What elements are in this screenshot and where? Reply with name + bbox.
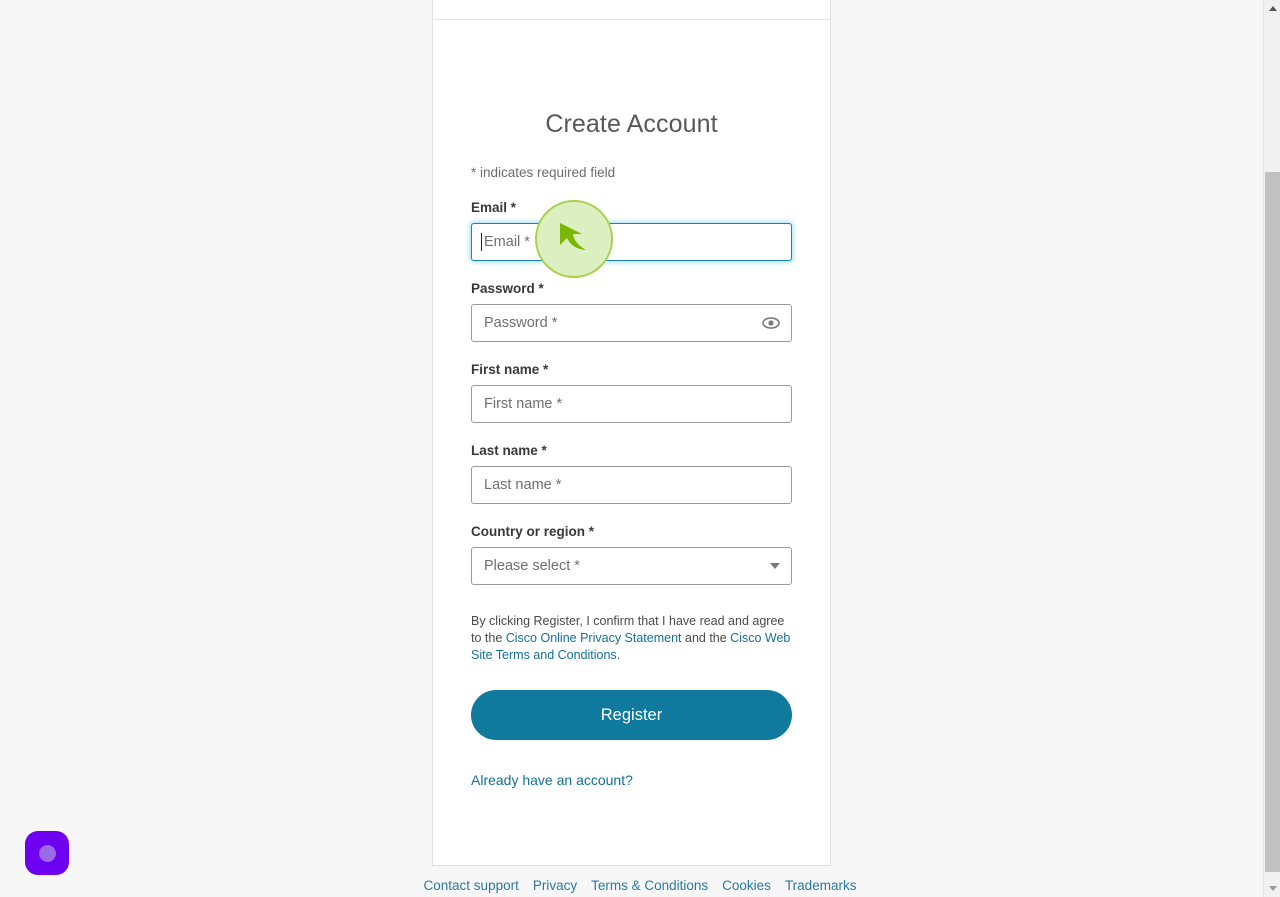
legal-disclaimer: By clicking Register, I confirm that I h… (471, 613, 792, 664)
card-top-strip (432, 0, 831, 20)
privacy-statement-link[interactable]: Cisco Online Privacy Statement (506, 631, 682, 645)
first-name-input-wrap (471, 385, 792, 423)
scroll-up-arrow-icon[interactable] (1264, 0, 1280, 17)
footer-link-privacy[interactable]: Privacy (533, 878, 577, 893)
already-have-account-row: Already have an account? (471, 772, 792, 788)
footer-links: Contact support Privacy Terms & Conditions… (0, 878, 1280, 893)
legal-text-middle: and the (681, 631, 731, 645)
page-title: Create Account (545, 110, 718, 138)
create-account-card: Create Account * indicates required fiel… (432, 20, 831, 866)
field-country: Country or region * Please select * (471, 524, 792, 585)
last-name-input-wrap (471, 466, 792, 504)
footer-link-contact-support[interactable]: Contact support (424, 878, 519, 893)
last-name-input[interactable] (471, 466, 792, 504)
footer-link-cookies[interactable]: Cookies (722, 878, 771, 893)
register-button[interactable]: Register (471, 690, 792, 740)
required-field-note: * indicates required field (471, 165, 616, 180)
last-name-label: Last name * (471, 443, 547, 458)
country-select-wrap[interactable]: Please select * (471, 547, 792, 585)
field-password: Password * (471, 281, 792, 342)
email-input-wrap (471, 223, 792, 261)
field-first-name: First name * (471, 362, 792, 423)
eye-icon[interactable] (762, 314, 780, 332)
password-label: Password * (471, 281, 544, 296)
page-root: Create Account * indicates required fiel… (0, 0, 1280, 897)
legal-text-end: . (616, 648, 621, 662)
email-label: Email * (471, 200, 517, 215)
password-input[interactable] (471, 304, 792, 342)
chevron-down-icon[interactable] (770, 563, 780, 569)
password-input-wrap (471, 304, 792, 342)
first-name-input[interactable] (471, 385, 792, 423)
footer-link-terms[interactable]: Terms & Conditions (591, 878, 708, 893)
field-email: Email * (471, 200, 792, 261)
country-selected-value: Please select * (484, 558, 580, 574)
country-label: Country or region * (471, 524, 595, 539)
email-input[interactable] (471, 223, 792, 261)
scrollbar-thumb[interactable] (1265, 172, 1280, 872)
country-select[interactable]: Please select * (471, 547, 792, 585)
footer-link-trademarks[interactable]: Trademarks (785, 878, 857, 893)
scroll-down-arrow-icon[interactable] (1264, 880, 1280, 897)
field-last-name: Last name * (471, 443, 792, 504)
widget-inner-dot (38, 844, 56, 862)
vertical-scrollbar[interactable] (1263, 0, 1280, 897)
first-name-label: First name * (471, 362, 549, 377)
sign-in-link[interactable]: Already have an account? (471, 772, 633, 788)
text-caret (481, 233, 482, 251)
purple-circle-badge-icon[interactable] (25, 831, 69, 875)
